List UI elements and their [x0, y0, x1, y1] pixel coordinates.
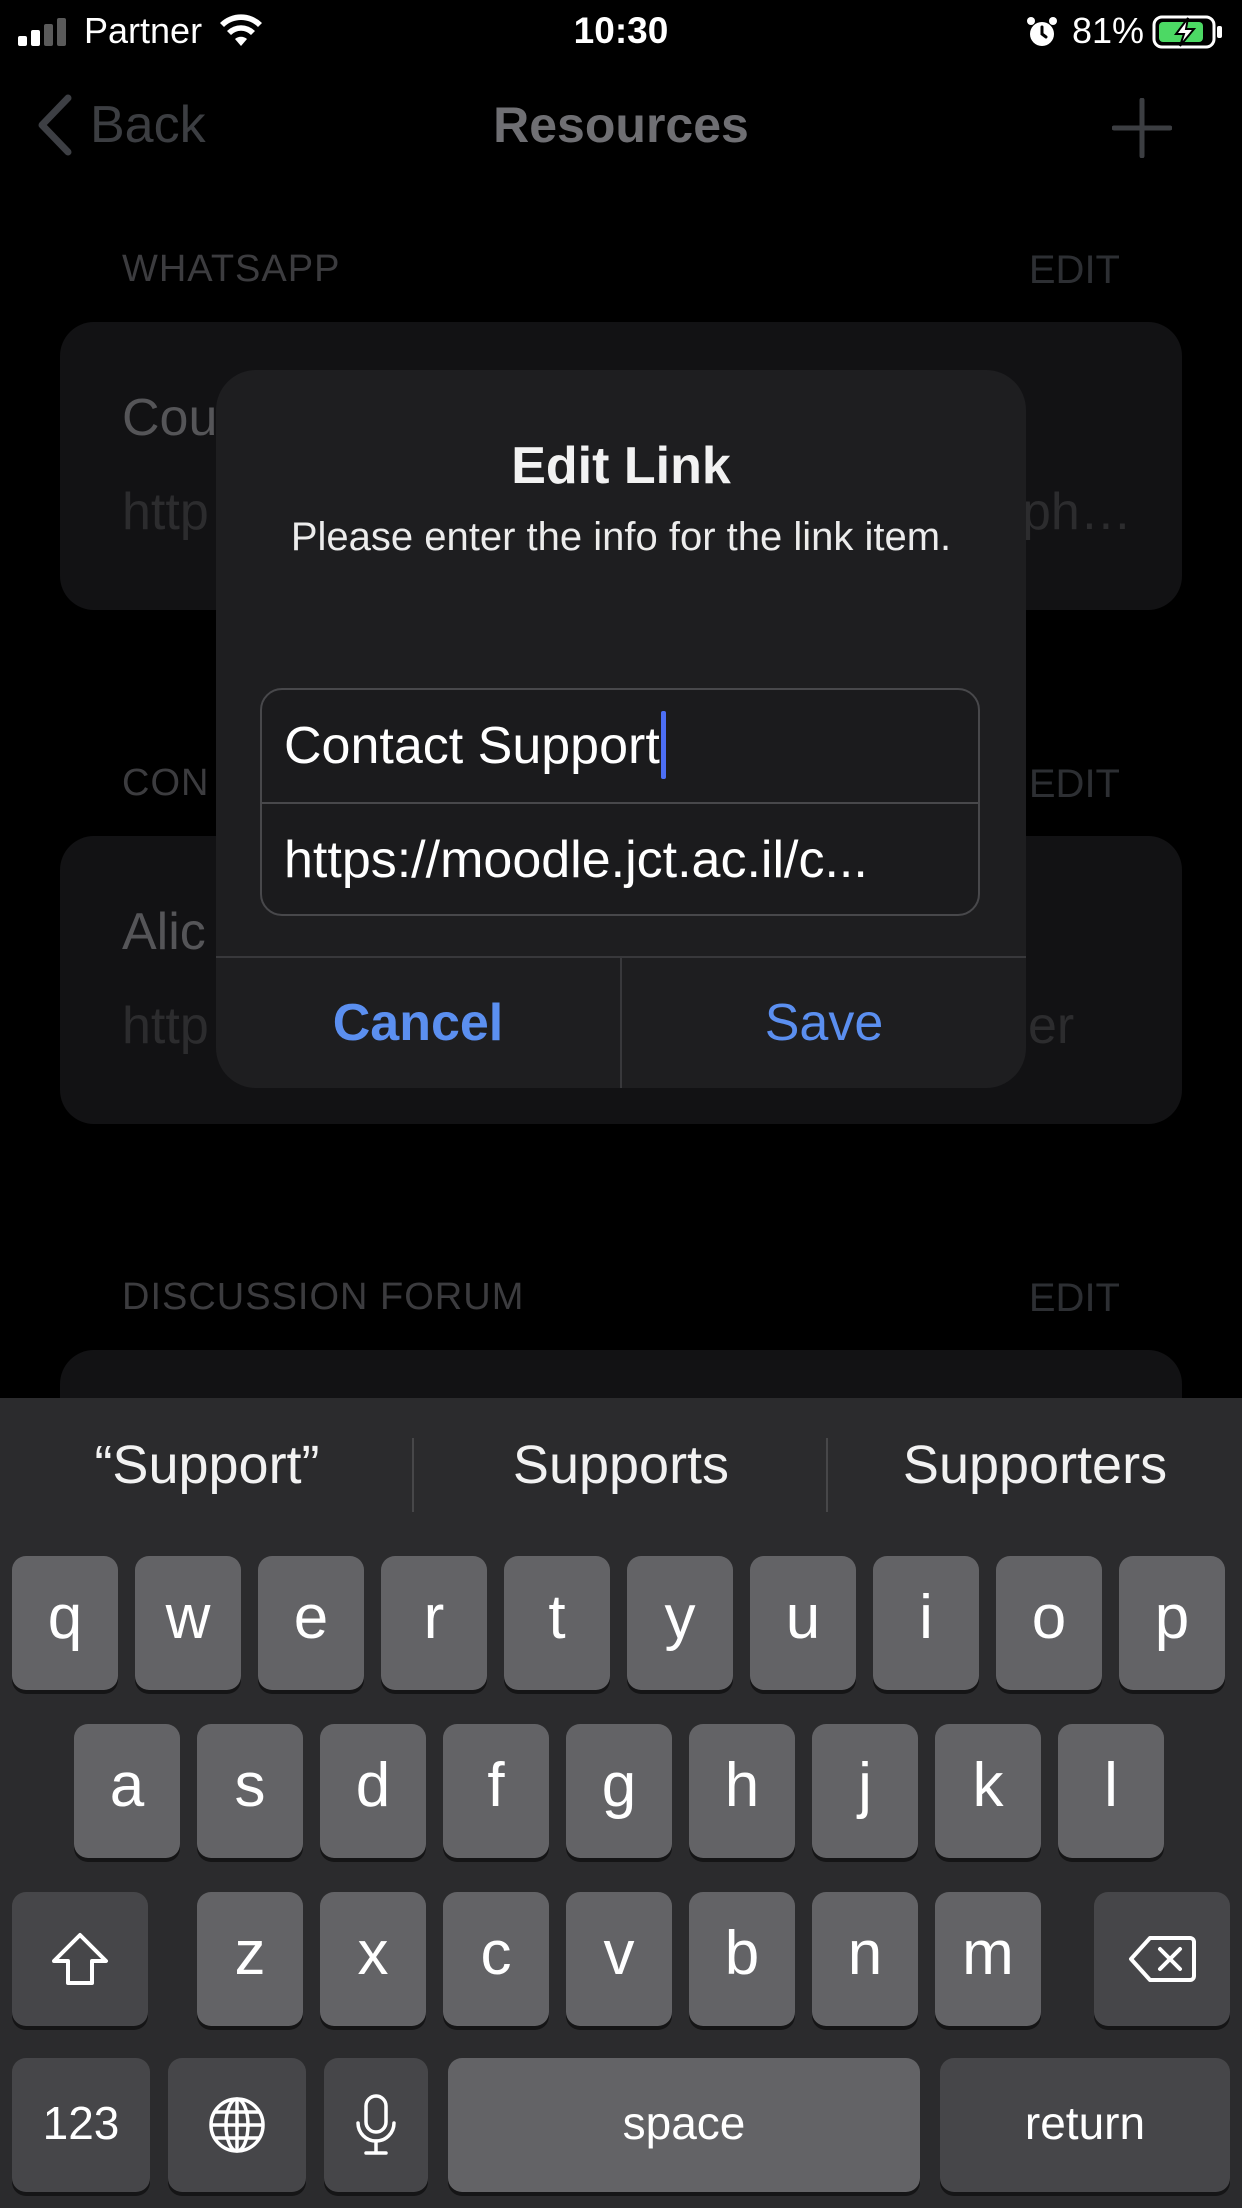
key-f[interactable]: f: [443, 1724, 549, 1858]
dictation-key[interactable]: [324, 2058, 428, 2192]
key-w[interactable]: w: [135, 1556, 241, 1690]
link-url-value: https://moodle.jct.ac.il/c...: [284, 831, 868, 889]
alarm-icon: [1027, 17, 1057, 46]
shift-icon: [52, 1933, 108, 1985]
key-j[interactable]: j: [812, 1724, 918, 1858]
item-url-tail: ph…: [1022, 483, 1132, 541]
dialog-fields: Contact Support https://moodle.jct.ac.il…: [260, 688, 980, 916]
battery-percent: 81%: [1072, 10, 1145, 51]
key-e[interactable]: e: [258, 1556, 364, 1690]
key-a[interactable]: a: [74, 1724, 180, 1858]
key-t[interactable]: t: [504, 1556, 610, 1690]
link-url-field[interactable]: https://moodle.jct.ac.il/c...: [262, 804, 978, 914]
battery-charging-icon: [1152, 15, 1222, 49]
suggestion-item[interactable]: “Support”: [0, 1434, 414, 1496]
numbers-key[interactable]: 123: [12, 2058, 150, 2192]
key-l[interactable]: l: [1058, 1724, 1164, 1858]
globe-icon: [209, 2097, 265, 2153]
edit-button-contacts[interactable]: EDIT: [1029, 762, 1120, 807]
section-header-contacts: CON: [122, 762, 210, 804]
keyboard: “Support” Supports Supporters q w e r t …: [0, 1398, 1242, 2208]
space-key[interactable]: space: [448, 2058, 920, 2192]
key-m[interactable]: m: [935, 1892, 1041, 2026]
globe-key[interactable]: [168, 2058, 306, 2192]
key-p[interactable]: p: [1119, 1556, 1225, 1690]
key-z[interactable]: z: [197, 1892, 303, 2026]
item-url: http: [122, 997, 209, 1055]
key-c[interactable]: c: [443, 1892, 549, 2026]
edit-button-discussion-forum[interactable]: EDIT: [1029, 1276, 1120, 1321]
section-header-discussion-forum: DISCUSSION FORUM: [122, 1276, 525, 1318]
key-v[interactable]: v: [566, 1892, 672, 2026]
plus-icon[interactable]: [1112, 98, 1172, 158]
edit-link-dialog: Edit Link Please enter the info for the …: [216, 370, 1026, 1088]
key-g[interactable]: g: [566, 1724, 672, 1858]
key-s[interactable]: s: [197, 1724, 303, 1858]
key-r[interactable]: r: [381, 1556, 487, 1690]
edit-button-whatsapp[interactable]: EDIT: [1029, 248, 1120, 293]
cancel-button[interactable]: Cancel: [216, 958, 620, 1088]
navigation-bar: Back Resources: [0, 80, 1242, 170]
key-q[interactable]: q: [12, 1556, 118, 1690]
dialog-title: Edit Link: [511, 437, 731, 495]
key-y[interactable]: y: [627, 1556, 733, 1690]
key-x[interactable]: x: [320, 1892, 426, 2026]
key-d[interactable]: d: [320, 1724, 426, 1858]
save-button[interactable]: Save: [622, 958, 1026, 1088]
page-title: Resources: [493, 97, 749, 153]
item-url-tail: er: [1028, 997, 1075, 1055]
item-title: Alic: [122, 903, 206, 961]
text-cursor: [660, 711, 666, 780]
link-name-value: Contact Support: [284, 717, 660, 775]
microphone-icon: [356, 2094, 396, 2155]
suggestion-item[interactable]: Supports: [414, 1434, 828, 1496]
delete-key[interactable]: [1094, 1892, 1230, 2026]
suggestion-bar: “Support” Supports Supporters: [0, 1398, 1242, 1548]
key-i[interactable]: i: [873, 1556, 979, 1690]
key-u[interactable]: u: [750, 1556, 856, 1690]
dialog-message: Please enter the info for the link item.: [290, 515, 952, 559]
return-key[interactable]: return: [940, 2058, 1230, 2192]
key-h[interactable]: h: [689, 1724, 795, 1858]
link-name-field[interactable]: Contact Support: [262, 690, 978, 802]
key-o[interactable]: o: [996, 1556, 1102, 1690]
key-n[interactable]: n: [812, 1892, 918, 2026]
delete-icon: [1129, 1936, 1196, 1982]
shift-key[interactable]: [12, 1892, 148, 2026]
suggestion-item[interactable]: Supporters: [828, 1434, 1242, 1496]
section-header-whatsapp: WHATSAPP: [122, 248, 341, 290]
item-url: http: [122, 483, 209, 541]
key-b[interactable]: b: [689, 1892, 795, 2026]
status-bar: Partner 10:30 81%: [0, 0, 1242, 62]
item-title: Cou: [122, 389, 218, 447]
key-k[interactable]: k: [935, 1724, 1041, 1858]
